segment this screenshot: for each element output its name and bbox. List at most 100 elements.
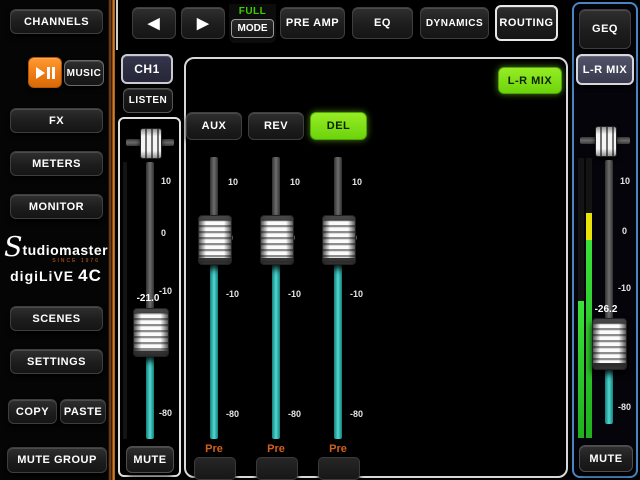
mixer-app: CHANNELS MUSIC FX METERS MONITOR Studiom… [0,0,640,480]
channel-mute-button[interactable]: MUTE [126,446,174,473]
copy-label: COPY [16,406,49,418]
music-button[interactable]: MUSIC [64,60,104,86]
channel-scale-10: 10 [161,176,183,186]
lr-mix-badge: L-R MIX [498,67,562,94]
send-aux-scale-10: 10 [228,177,250,187]
master-fader-knob[interactable] [592,318,627,370]
send-rev-scale-10: 10 [290,177,312,187]
send-aux-scale-m80: -80 [226,409,248,419]
scenes-label: SCENES [32,313,80,325]
channel-fader-knob[interactable] [133,308,169,357]
send-strip-del: DEL 10 0 -10 -80 Pre [310,59,368,480]
tab-dynamics[interactable]: DYNAMICS [420,7,489,39]
master-meter-right [586,158,592,438]
mute-group-label: MUTE GROUP [17,454,97,466]
sidebar-divider [108,0,115,480]
tab-pre-amp[interactable]: PRE AMP [280,7,345,39]
channel-fader-track[interactable] [146,162,154,332]
topbar-divider [116,0,118,50]
paste-button[interactable]: PASTE [60,399,106,424]
master-strip: GEQ L-R MIX 10 0 -10 -80 -26.2 MUTE [572,2,638,478]
send-rev-fader-track-lower[interactable] [272,241,280,439]
send-del-tap-button[interactable] [318,457,360,480]
tab-pre-amp-label: PRE AMP [286,17,339,29]
routing-panel: L-R MIX AUX 10 0 -10 -80 Pre REV 10 0 -1… [184,57,568,478]
master-meter-left-fill [578,301,584,438]
settings-button[interactable]: SETTINGS [10,349,103,374]
play-pause-icon [36,67,55,79]
channel-fader-box: 10 0 -10 -80 -21.0 MUTE [118,117,181,477]
meters-button[interactable]: METERS [10,151,103,176]
master-scale-m80: -80 [618,402,640,412]
sidebar: CHANNELS MUSIC FX METERS MONITOR Studiom… [0,0,110,480]
master-pan-knob[interactable] [595,126,617,157]
master-scale-m10: -10 [618,283,640,293]
geq-button[interactable]: GEQ [579,9,631,49]
play-pause-button[interactable] [28,57,62,88]
send-del-scale-m10: -10 [350,289,372,299]
mode-state-label: FULL [229,6,276,17]
channels-button[interactable]: CHANNELS [10,9,103,34]
send-rev-scale-m80: -80 [288,409,310,419]
paste-label: PASTE [64,406,102,418]
geq-label: GEQ [592,23,618,35]
send-rev-button[interactable]: REV [248,112,304,140]
send-aux-scale-m10: -10 [226,289,248,299]
brand-model: digiLiVE [10,268,74,284]
scenes-button[interactable]: SCENES [10,306,103,331]
send-aux-tap-label: Pre [186,443,242,455]
master-mute-label: MUTE [589,453,622,465]
send-del-label: DEL [327,120,351,132]
send-aux-tap-button[interactable] [194,457,236,480]
fx-label: FX [49,115,64,127]
channel-fader-value: -21.0 [124,293,172,304]
copy-button[interactable]: COPY [8,399,57,424]
monitor-label: MONITOR [29,201,84,213]
channel-name-button[interactable]: CH1 [121,54,173,84]
send-del-fader-track-lower[interactable] [334,241,342,439]
send-del-button[interactable]: DEL [310,112,367,140]
monitor-button[interactable]: MONITOR [10,194,103,219]
fx-button[interactable]: FX [10,108,103,133]
channel-scale-0: 0 [161,228,183,238]
prev-channel-button[interactable]: ◀ [132,7,176,39]
mute-group-button[interactable]: MUTE GROUP [7,447,107,473]
master-mute-button[interactable]: MUTE [579,445,633,472]
send-rev-tap-button[interactable] [256,457,298,480]
master-meter-left [578,158,584,438]
channel-pan-knob[interactable] [140,128,162,159]
tab-routing[interactable]: ROUTING [495,5,558,41]
master-fader-value: -26.2 [584,304,628,315]
channel-mute-label: MUTE [133,454,166,466]
listen-label: LISTEN [129,95,168,106]
brand-initial: S [4,238,23,258]
settings-label: SETTINGS [27,356,86,368]
brand-series: 4C [78,266,102,286]
send-aux-fader-track-lower[interactable] [210,241,218,439]
send-rev-label: REV [264,120,288,132]
send-del-tap-label: Pre [310,443,366,455]
send-aux-fader-knob[interactable] [198,215,232,265]
send-del-scale-m80: -80 [350,409,372,419]
brand-logo: Studiomaster SINCE 1976 digiLiVE4C [6,238,106,290]
send-del-scale-10: 10 [352,177,374,187]
mode-button[interactable]: MODE [231,19,274,38]
listen-button[interactable]: LISTEN [123,88,173,113]
master-meter-right-peak [586,213,592,240]
channel-scale-m80: -80 [159,408,181,418]
master-scale-10: 10 [620,176,640,186]
send-rev-scale-m10: -10 [288,289,310,299]
tab-eq[interactable]: EQ [352,7,413,39]
tab-dynamics-label: DYNAMICS [426,18,483,29]
channels-label: CHANNELS [24,16,89,28]
brand-name: tudiomaster [22,242,108,258]
mode-toggle[interactable]: FULL MODE [229,4,276,43]
lr-mix-badge-label: L-R MIX [508,75,552,87]
tab-routing-label: ROUTING [499,17,553,29]
master-name-button[interactable]: L-R MIX [576,54,634,85]
send-aux-button[interactable]: AUX [186,112,242,140]
music-label: MUSIC [67,68,102,79]
send-del-fader-knob[interactable] [322,215,356,265]
send-rev-fader-knob[interactable] [260,215,294,265]
next-channel-button[interactable]: ▶ [181,7,225,39]
